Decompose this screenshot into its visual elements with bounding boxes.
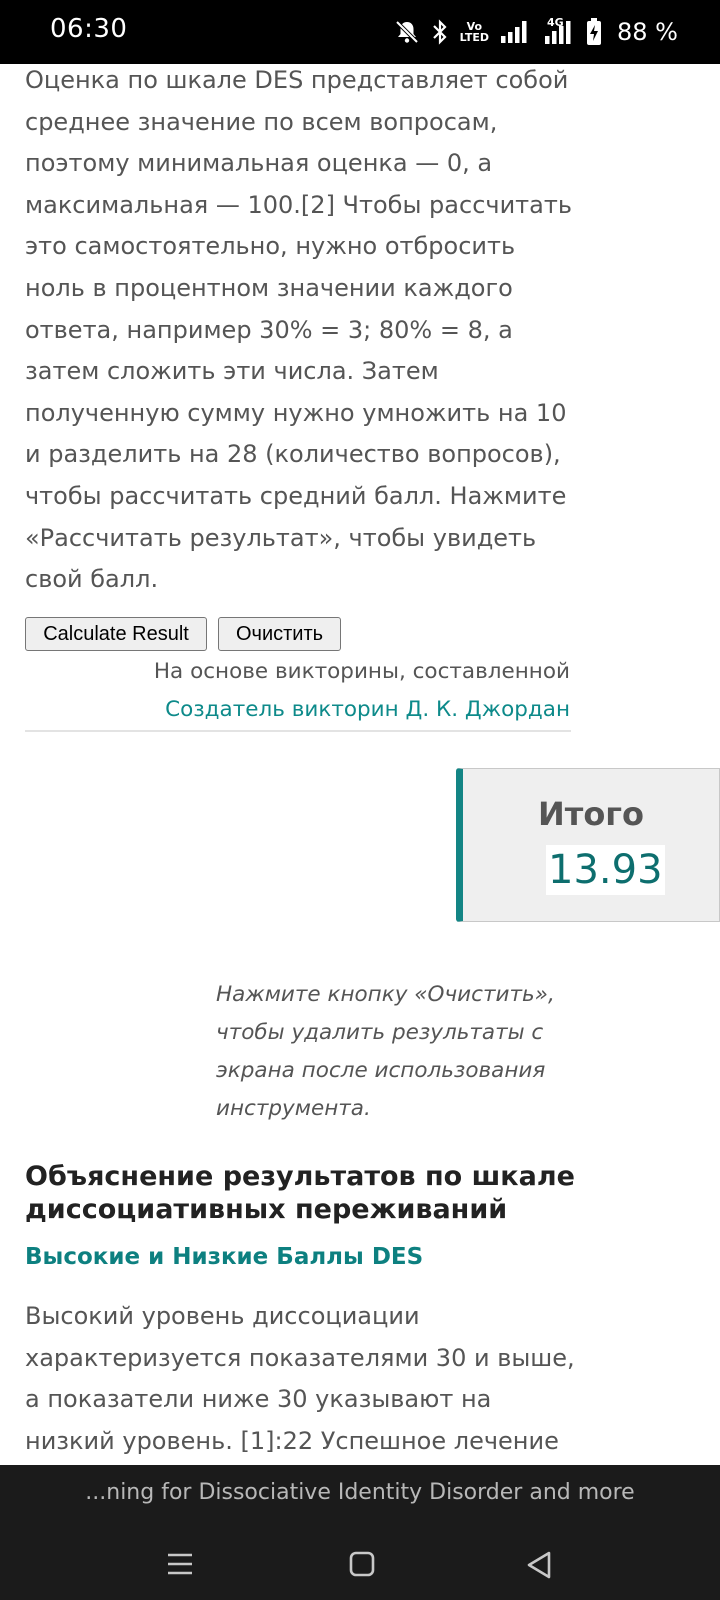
clear-button[interactable]: Очистить xyxy=(218,617,341,651)
status-icons: Vo LTED 4G 88 % xyxy=(394,12,678,52)
status-bar: 06:30 Vo LTED 4G 88 % xyxy=(0,0,720,64)
section-paragraph: Высокий уровень диссоциации характеризуе… xyxy=(25,1302,575,1455)
credit-text: На основе викторины, составленной xyxy=(153,659,570,684)
section-heading: Объяснение результатов по шкале диссоциа… xyxy=(25,1161,575,1225)
page-title-banner[interactable]: ...ning for Dissociative Identity Disord… xyxy=(0,1465,720,1525)
back-triangle-icon[interactable] xyxy=(526,1551,552,1583)
menu-icon[interactable] xyxy=(166,1551,194,1581)
credit-link[interactable]: Создатель викторин Д. К. Джордан xyxy=(165,697,570,722)
battery-charging-icon xyxy=(586,18,602,46)
clear-note: Нажмите кнопку «Очистить», чтобы удалить… xyxy=(216,982,555,1121)
volte-icon: Vo LTED xyxy=(459,20,490,44)
calculate-result-button[interactable]: Calculate Result xyxy=(25,617,207,651)
result-title: Итого xyxy=(537,795,644,833)
divider xyxy=(25,730,571,732)
status-time: 06:30 xyxy=(50,14,128,44)
navigation-bar xyxy=(0,1525,720,1600)
signal-4g-icon: 4G xyxy=(541,17,575,45)
mute-icon xyxy=(394,19,420,45)
battery-percent: 88 % xyxy=(617,18,678,46)
result-box: Итого 13.93 xyxy=(456,768,720,922)
signal-icon xyxy=(500,20,530,44)
result-value: 13.93 xyxy=(546,845,665,895)
intro-paragraph: Оценка по шкале DES представляет собой с… xyxy=(25,66,572,594)
home-square-icon[interactable] xyxy=(349,1551,375,1581)
bluetooth-icon xyxy=(431,19,449,45)
subheading: Высокие и Низкие Баллы DES xyxy=(25,1244,424,1270)
